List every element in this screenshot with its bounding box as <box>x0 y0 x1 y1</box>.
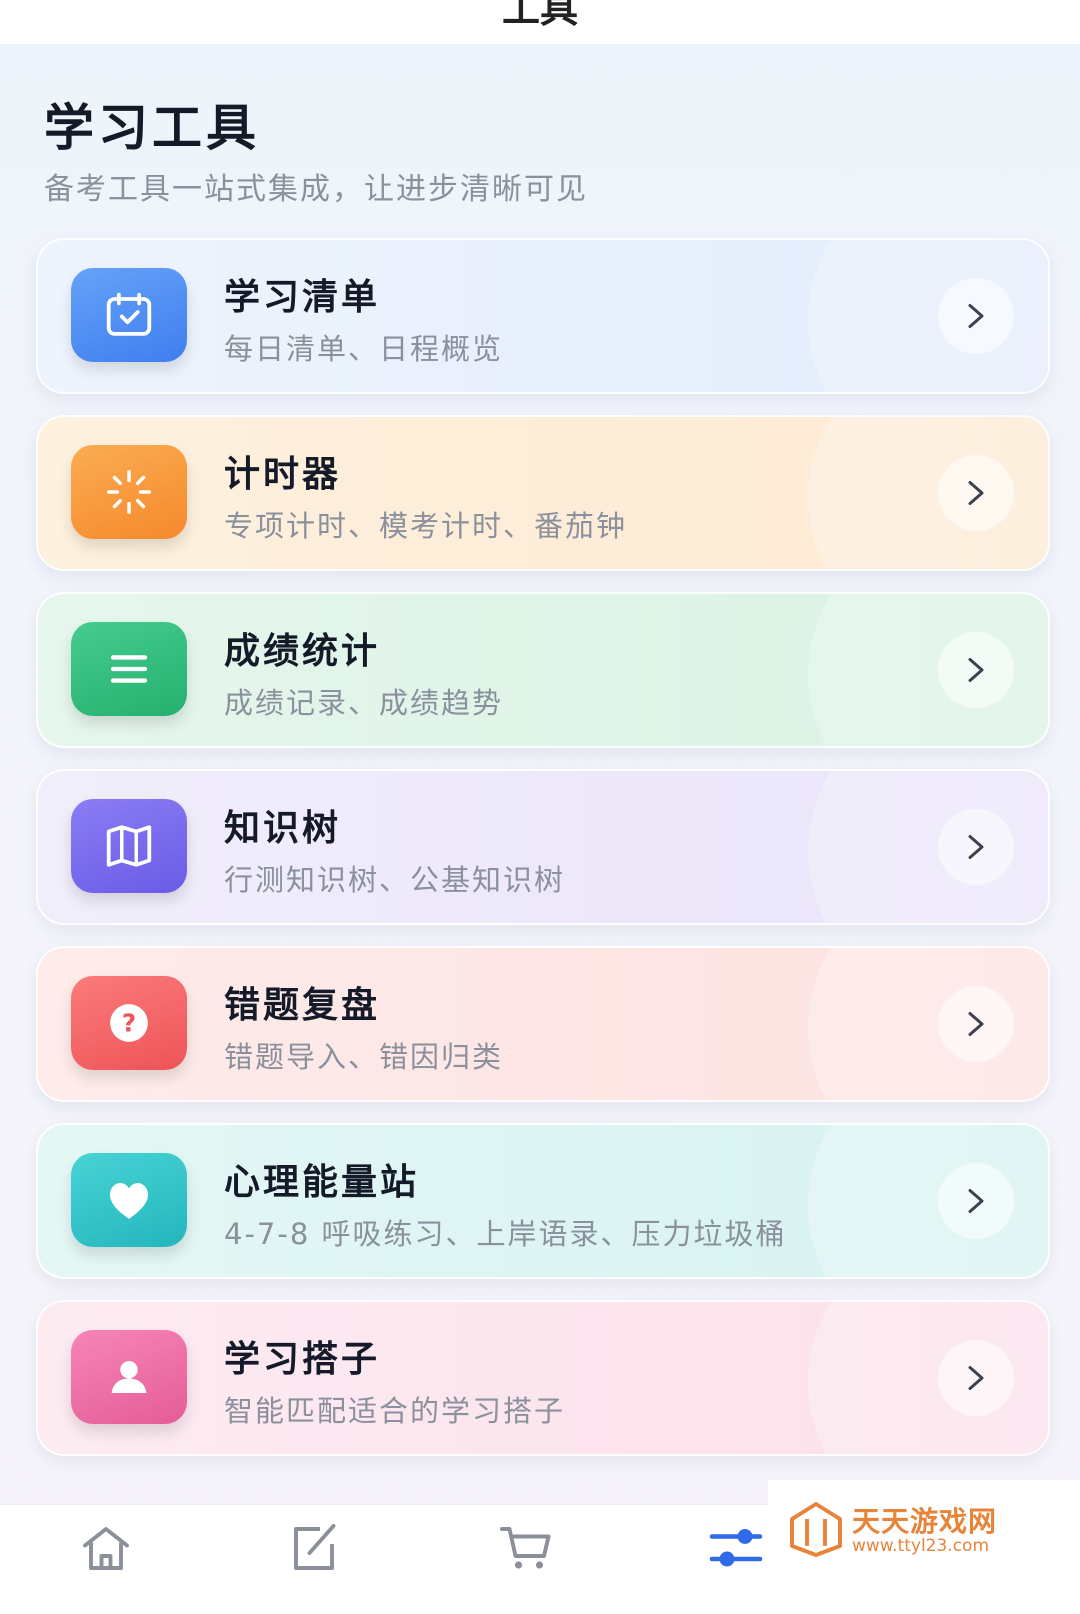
chevron-right-icon[interactable] <box>938 278 1014 354</box>
home-icon <box>83 1527 129 1570</box>
card-title: 知识树 <box>224 808 342 849</box>
list-lines-icon <box>110 655 148 683</box>
cart-icon <box>500 1527 551 1569</box>
card-title: 计时器 <box>224 454 342 495</box>
tool-card-timer[interactable]: 计时器 专项计时、模考计时、番茄钟 <box>36 415 1050 571</box>
card-description: 成绩记录、成绩趋势 <box>224 686 504 720</box>
watermark-url: www.ttyl23.com <box>852 1536 990 1556</box>
map-icon-tile <box>71 799 187 893</box>
tool-card-study-list[interactable]: 学习清单 每日清单、日程概览 <box>36 238 1050 394</box>
tool-card-mental-energy[interactable]: 心理能量站 4-7-8 呼吸练习、上岸语录、压力垃圾桶 <box>36 1123 1050 1279</box>
card-description: 错题导入、错因归类 <box>224 1040 504 1074</box>
sliders-icon <box>709 1529 763 1567</box>
section-subtitle: 备考工具一站式集成，让进步清晰可见 <box>44 172 588 207</box>
edit-icon <box>294 1524 336 1570</box>
tool-card-mistake-review[interactable]: ? 错题复盘 错题导入、错因归类 <box>36 946 1050 1102</box>
loading-timer-icon-tile <box>71 445 187 539</box>
nav-tools[interactable] <box>696 1517 776 1597</box>
map-icon <box>106 825 152 867</box>
chevron-right-icon[interactable] <box>938 1163 1014 1239</box>
list-lines-icon-tile <box>71 622 187 716</box>
card-description: 专项计时、模考计时、番茄钟 <box>224 509 628 543</box>
nav-home[interactable] <box>66 1517 146 1597</box>
tool-card-study-buddy[interactable]: 学习搭子 智能匹配适合的学习搭子 <box>36 1300 1050 1456</box>
nav-cart[interactable] <box>486 1517 566 1597</box>
heart-icon-tile <box>71 1153 187 1247</box>
watermark-logo-icon <box>790 1502 842 1557</box>
chevron-right-icon[interactable] <box>938 986 1014 1062</box>
top-bar: 工具 <box>0 0 1080 44</box>
watermark-name: 天天游戏网 <box>852 1505 998 1538</box>
tool-card-score-stats[interactable]: 成绩统计 成绩记录、成绩趋势 <box>36 592 1050 748</box>
page-title: 工具 <box>501 0 578 31</box>
card-description: 智能匹配适合的学习搭子 <box>224 1394 566 1428</box>
chevron-right-icon[interactable] <box>938 632 1014 708</box>
watermark: 天天游戏网 www.ttyl23.com <box>768 1480 1080 1572</box>
card-description: 每日清单、日程概览 <box>224 332 504 366</box>
card-title: 成绩统计 <box>224 631 381 672</box>
user-icon <box>111 1361 147 1393</box>
card-description: 行测知识树、公基知识树 <box>224 863 566 897</box>
question-icon: ? <box>110 1004 148 1042</box>
chevron-right-icon[interactable] <box>938 1340 1014 1416</box>
user-icon-tile <box>71 1330 187 1424</box>
nav-edit[interactable] <box>274 1517 354 1597</box>
question-icon-tile: ? <box>71 976 187 1070</box>
section-title: 学习工具 <box>44 99 260 157</box>
svg-text:?: ? <box>122 1009 136 1038</box>
card-title: 错题复盘 <box>224 985 381 1026</box>
card-title: 学习搭子 <box>224 1339 381 1380</box>
heart-icon <box>110 1182 148 1219</box>
card-description: 4-7-8 呼吸练习、上岸语录、压力垃圾桶 <box>224 1217 787 1251</box>
tool-card-knowledge-tree[interactable]: 知识树 行测知识树、公基知识树 <box>36 769 1050 925</box>
loading-timer-icon <box>106 469 152 515</box>
chevron-right-icon[interactable] <box>938 455 1014 531</box>
chevron-right-icon[interactable] <box>938 809 1014 885</box>
card-title: 心理能量站 <box>224 1162 420 1203</box>
card-title: 学习清单 <box>224 277 381 318</box>
calendar-check-icon-tile <box>71 268 187 362</box>
calendar-check-icon <box>106 292 152 336</box>
